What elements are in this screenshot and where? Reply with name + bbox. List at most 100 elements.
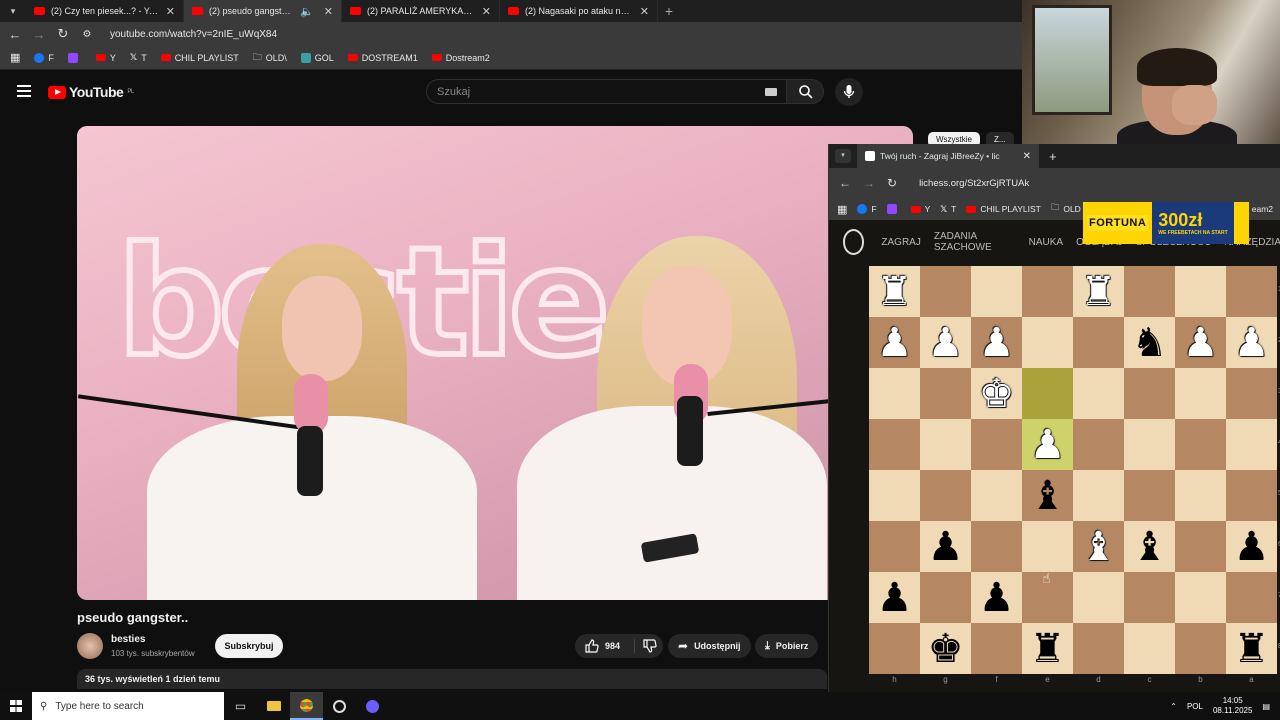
board-square[interactable] <box>1226 368 1277 419</box>
tab-search-icon[interactable]: ▾ <box>835 149 851 163</box>
share-button[interactable]: ➦ Udostępnij <box>668 634 751 658</box>
board-square[interactable] <box>1175 470 1226 521</box>
forward-icon[interactable]: → <box>32 27 46 42</box>
app-icon-2[interactable] <box>323 692 356 720</box>
board-square[interactable]: ♟ <box>1226 521 1277 572</box>
board-square[interactable]: ♟ <box>1022 419 1073 470</box>
board-square[interactable] <box>920 572 971 623</box>
board-square[interactable] <box>1124 368 1175 419</box>
reload-icon[interactable]: ↻ <box>887 176 897 190</box>
bookmark-folder-old[interactable]: 🗀 OLD\ <box>253 50 287 66</box>
bookmark-youtube[interactable]: Y <box>910 204 930 214</box>
tab-2-active[interactable]: (2) pseudo gangster.. - YouTube 🔈 ✕ <box>184 0 342 22</box>
white-pawn-icon[interactable]: ♟ <box>1234 323 1270 363</box>
board-square[interactable] <box>1175 572 1226 623</box>
bookmark-dostream1[interactable]: DOSTREAM1 <box>347 53 418 63</box>
new-tab-icon[interactable]: + <box>658 3 680 19</box>
bookmark-x[interactable]: 𝕏T <box>940 204 956 215</box>
black-rook-icon[interactable]: ♜ <box>1234 629 1270 669</box>
white-pawn-icon[interactable]: ♟ <box>877 323 913 363</box>
white-pawn-icon[interactable]: ♟ <box>1030 425 1066 465</box>
nav-play[interactable]: ZAGRAJ <box>881 237 920 248</box>
board-square[interactable]: ♞ <box>1124 317 1175 368</box>
board-square[interactable]: ♚ <box>920 623 971 674</box>
close-tab-icon[interactable]: ✕ <box>166 5 175 18</box>
black-pawn-icon[interactable]: ♟ <box>928 527 964 567</box>
board-square[interactable] <box>1175 266 1226 317</box>
tab-search-icon[interactable]: ▾ <box>0 6 26 17</box>
board-square[interactable] <box>1022 266 1073 317</box>
menu-icon[interactable] <box>17 85 31 97</box>
board-square[interactable] <box>1226 266 1277 317</box>
download-button[interactable]: ⤓ Pobierz <box>755 634 819 658</box>
black-pawn-icon[interactable]: ♟ <box>1234 527 1270 567</box>
board-square[interactable]: ♟ <box>869 572 920 623</box>
black-bishop-icon[interactable]: ♝ <box>1132 527 1168 567</box>
black-bishop-icon[interactable]: ♝ <box>1030 476 1066 516</box>
task-view-icon[interactable]: ▭ <box>224 692 257 720</box>
bookmark-x[interactable]: 𝕏T <box>130 52 147 63</box>
bookmark-twitch[interactable] <box>886 204 901 214</box>
board-square[interactable] <box>920 419 971 470</box>
black-rook-icon[interactable]: ♜ <box>1030 629 1066 669</box>
board-square[interactable]: ♜ <box>1226 623 1277 674</box>
tab-3[interactable]: (2) PARALIŻ AMERYKAŃSKIEGO ✕ <box>342 0 500 22</box>
channel-avatar[interactable] <box>77 633 103 659</box>
board-square[interactable] <box>1073 470 1124 521</box>
bookmark-youtube[interactable]: Y <box>95 53 116 63</box>
fortuna-ad[interactable]: FORTUNA 300zł WE FREEBETACH NA START <box>1083 202 1249 244</box>
board-square[interactable] <box>971 419 1022 470</box>
clock[interactable]: 14:05 08.11.2025 <box>1213 696 1252 715</box>
forward-icon[interactable]: → <box>863 176 875 190</box>
board-square[interactable] <box>1124 470 1175 521</box>
speaker-icon[interactable]: 🔈 <box>300 5 314 18</box>
description-box[interactable]: 36 tys. wyświetleń 1 dzień temu <box>77 669 827 689</box>
board-square[interactable]: ♜ <box>1022 623 1073 674</box>
close-tab-icon[interactable]: ✕ <box>482 5 491 18</box>
board-square[interactable] <box>869 419 920 470</box>
black-knight-icon[interactable]: ♞ <box>1132 323 1168 363</box>
back-icon[interactable]: ← <box>839 176 851 190</box>
chess-board[interactable]: ♜ ♜ ♟ ♟ ♟ ♞ ♟ ♟ ♚ ♟ ♝ ♟ ♝ ♝ ♟ ♟ ♟ ♚ ♜ ♜ <box>869 266 1277 674</box>
board-square[interactable]: ♟ <box>920 521 971 572</box>
board-square[interactable] <box>1124 572 1175 623</box>
new-tab-icon[interactable]: + <box>1049 149 1057 164</box>
board-square[interactable] <box>1226 419 1277 470</box>
tab-1[interactable]: (2) Czy ten piesek...? - YouTube ✕ <box>26 0 184 22</box>
subscribe-button[interactable]: Subskrybuj <box>215 634 283 658</box>
dislike-button[interactable] <box>634 639 657 653</box>
like-button[interactable]: 984 <box>585 639 620 653</box>
board-square[interactable]: ♟ <box>971 572 1022 623</box>
board-square[interactable] <box>1022 368 1073 419</box>
bookmark-chil-playlist[interactable]: CHIL PLAYLIST <box>966 204 1041 214</box>
board-square[interactable] <box>1175 623 1226 674</box>
board-square[interactable] <box>971 623 1022 674</box>
board-square[interactable] <box>1022 521 1073 572</box>
board-square[interactable]: ♜ <box>1073 266 1124 317</box>
board-square[interactable] <box>1073 419 1124 470</box>
url-field[interactable]: youtube.com/watch?v=2nIE_uWqX84 <box>110 29 277 40</box>
black-king-icon[interactable]: ♚ <box>928 629 964 669</box>
board-square[interactable] <box>920 368 971 419</box>
close-tab-icon[interactable]: ✕ <box>1023 151 1031 162</box>
board-square[interactable] <box>1022 317 1073 368</box>
white-rook-icon[interactable]: ♜ <box>877 272 913 312</box>
tray-chevron-icon[interactable]: ⌃ <box>1170 702 1177 711</box>
bookmark-twitch[interactable] <box>67 52 82 63</box>
reload-icon[interactable]: ↻ <box>56 26 70 42</box>
board-square[interactable] <box>1226 470 1277 521</box>
board-square[interactable]: ♜ <box>869 266 920 317</box>
language-indicator[interactable]: POL <box>1187 702 1203 711</box>
chrome-icon[interactable] <box>290 692 323 720</box>
apps-icon[interactable]: ▦ <box>837 203 847 216</box>
board-square[interactable]: ♟ <box>1175 317 1226 368</box>
bookmark-chil-playlist[interactable]: CHIL PLAYLIST <box>160 53 239 63</box>
board-square[interactable] <box>1175 521 1226 572</box>
lichess-tab[interactable]: Twój ruch - Zagraj JiBreeZy • lic ✕ <box>857 144 1039 168</box>
board-square[interactable]: ♟ <box>1226 317 1277 368</box>
bookmark-facebook[interactable]: F <box>34 52 54 63</box>
nav-learn[interactable]: NAUKA <box>1029 237 1063 248</box>
board-square[interactable] <box>1073 572 1124 623</box>
board-square[interactable] <box>1073 317 1124 368</box>
bookmark-gol[interactable]: GOL <box>300 52 334 63</box>
